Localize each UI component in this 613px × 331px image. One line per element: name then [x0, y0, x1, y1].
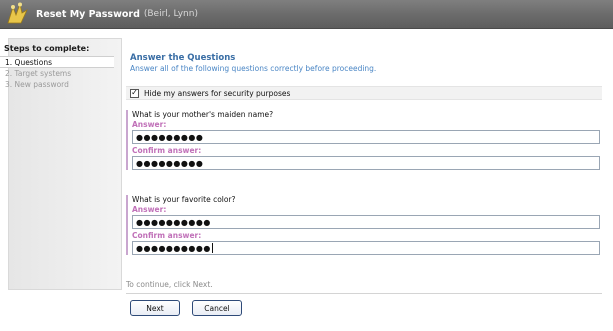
confirm-answer-label: Confirm answer: — [132, 231, 202, 240]
title-bar: Reset My Password (Beirl, Lynn) — [0, 0, 613, 29]
divider — [126, 293, 602, 294]
next-button[interactable]: Next — [130, 300, 180, 316]
continue-hint: To continue, click Next. — [126, 280, 213, 289]
answer-label: Answer: — [132, 205, 167, 214]
steps-heading: Steps to complete: — [4, 44, 90, 53]
window-user: (Beirl, Lynn) — [143, 9, 198, 19]
answer-input-2[interactable]: ●●●●●●●●●● — [132, 215, 600, 229]
cancel-button[interactable]: Cancel — [192, 300, 242, 316]
question-text: What is your favorite color? — [132, 195, 236, 204]
question-text: What is your mother's maiden name? — [132, 110, 274, 119]
page-subtitle: Answer all of the following questions co… — [130, 64, 377, 73]
hide-answers-label[interactable]: Hide my answers for security purposes — [144, 89, 290, 98]
answer-label: Answer: — [132, 120, 167, 129]
hide-answers-row[interactable]: ✓ Hide my answers for security purposes — [126, 86, 602, 100]
step-new-password: 3. New password — [5, 80, 69, 89]
confirm-answer-input-2[interactable]: ●●●●●●●●●● — [132, 241, 600, 255]
question-block-1: What is your mother's maiden name? Answe… — [126, 110, 602, 170]
step-questions: 1. Questions — [0, 56, 114, 68]
window-title: Reset My Password — [36, 8, 140, 20]
answer-input-1[interactable]: ●●●●●●●●● — [132, 130, 600, 144]
page-title: Answer the Questions — [130, 53, 236, 63]
confirm-answer-input-1[interactable]: ●●●●●●●●● — [132, 156, 600, 170]
app-logo-icon — [7, 2, 28, 24]
hide-answers-checkbox[interactable]: ✓ — [130, 88, 139, 98]
confirm-answer-label: Confirm answer: — [132, 146, 202, 155]
question-block-2: What is your favorite color? Answer: ●●●… — [126, 195, 602, 255]
